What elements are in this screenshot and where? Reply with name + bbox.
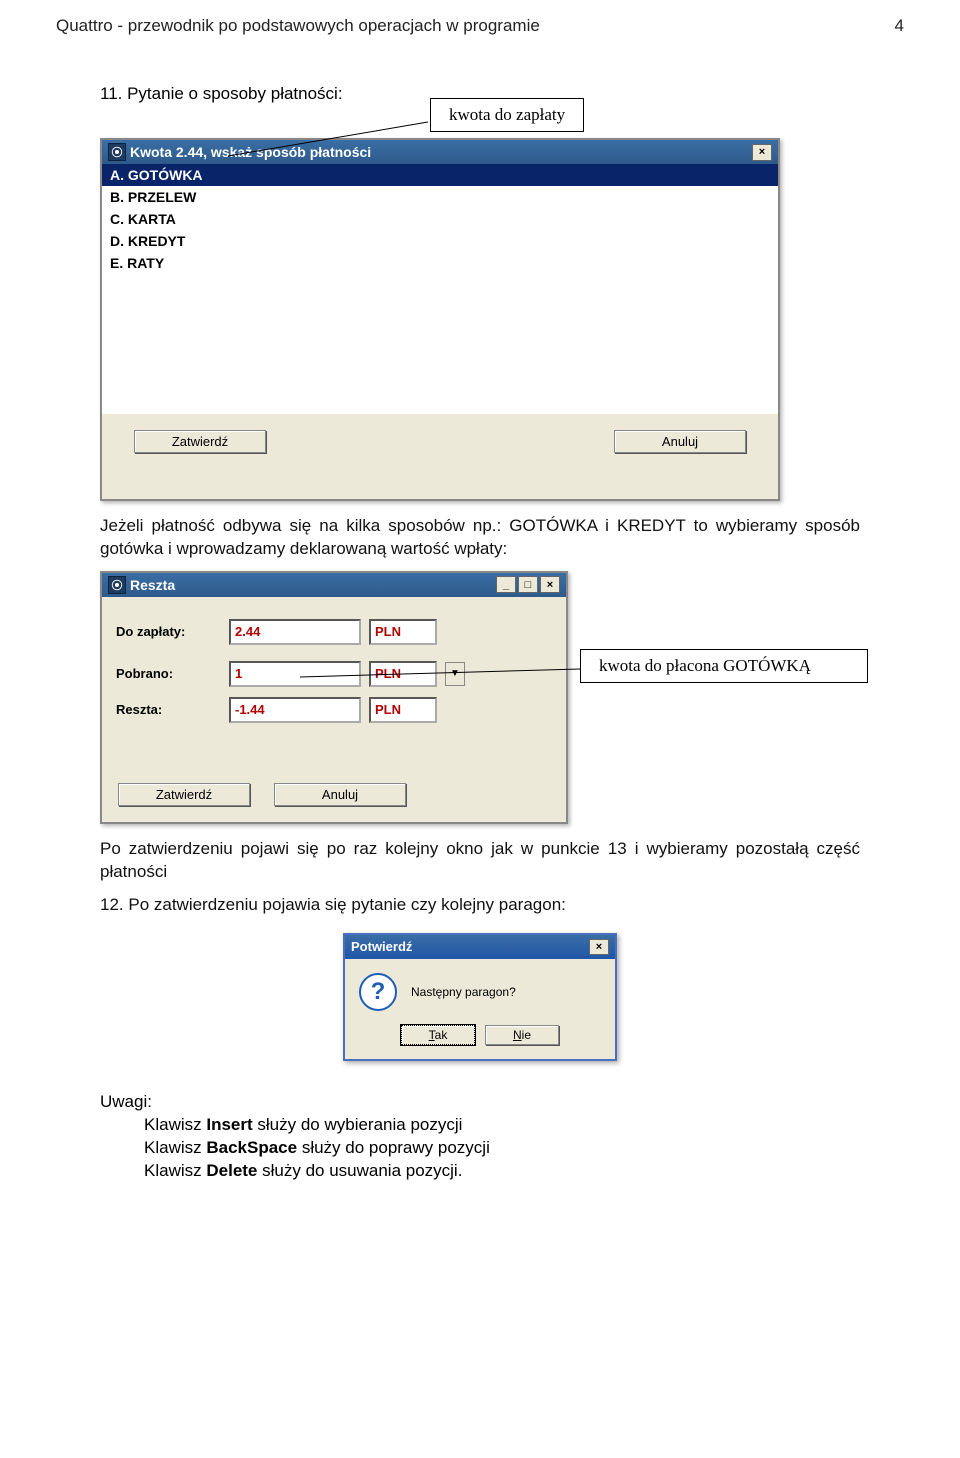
yes-rest: ak	[435, 1028, 448, 1042]
reszta-dialog-wrapper: ⦿ Reszta _ □ × Do zapłaty: 2.44 PLN	[100, 571, 570, 824]
paragraph-2: Po zatwierdzeniu pojawi się po raz kolej…	[100, 838, 860, 884]
no-rest: ie	[522, 1028, 531, 1042]
header-title: Quattro - przewodnik po podstawowych ope…	[56, 16, 540, 36]
note-line-2: Klawisz BackSpace służy do poprawy pozyc…	[144, 1137, 904, 1160]
note-3-post: służy do usuwania pozycji.	[257, 1161, 462, 1180]
value-reszta: -1.44	[229, 697, 361, 723]
close-icon[interactable]: ×	[752, 144, 772, 161]
no-key: N	[513, 1028, 522, 1042]
dialog-bottom-pad	[102, 471, 778, 499]
callout-cash-paid: kwota do płacona GOTÓWKĄ	[580, 649, 868, 683]
payment-method-dialog: ⦿ Kwota 2.44, wskaż sposób płatności × A…	[100, 138, 780, 501]
notes-block: Uwagi: Klawisz Insert służy do wybierani…	[100, 1091, 904, 1183]
document-page: Quattro - przewodnik po podstawowych ope…	[0, 0, 960, 1222]
reszta-confirm-button[interactable]: Zatwierdź	[118, 783, 250, 806]
label-pobrano: Pobrano:	[116, 666, 221, 681]
question-icon: ?	[359, 973, 397, 1011]
label-reszta: Reszta:	[116, 702, 221, 717]
option-przelew[interactable]: B. PRZELEW	[102, 186, 778, 208]
callout-connector-2	[300, 661, 590, 691]
list-empty-area	[102, 274, 778, 414]
note-3-pre: Klawisz	[144, 1161, 206, 1180]
currency-reszta: PLN	[369, 697, 437, 723]
note-2-pre: Klawisz	[144, 1138, 206, 1157]
confirm-titlebar: Potwierdź ×	[345, 935, 615, 959]
option-gotowka[interactable]: A. GOTÓWKA	[102, 164, 778, 186]
confirm-button[interactable]: Zatwierdź	[134, 430, 266, 453]
confirm-button-row: Tak Nie	[345, 1019, 615, 1059]
reszta-button-row: Zatwierdź Anuluj	[102, 765, 566, 822]
confirm-message: Następny paragon?	[411, 985, 516, 999]
payment-options-list: A. GOTÓWKA B. PRZELEW C. KARTA D. KREDYT…	[102, 164, 778, 414]
note-1-post: służy do wybierania pozycji	[253, 1115, 463, 1134]
note-2-post: służy do poprawy pozycji	[297, 1138, 490, 1157]
cancel-button[interactable]: Anuluj	[614, 430, 746, 453]
confirm-body: ? Następny paragon?	[345, 959, 615, 1019]
reszta-cancel-button[interactable]: Anuluj	[274, 783, 406, 806]
label-do-zaplaty: Do zapłaty:	[116, 624, 221, 639]
dialog-button-row: Zatwierdź Anuluj	[102, 414, 778, 471]
row-reszta: Reszta: -1.44 PLN	[116, 697, 552, 723]
no-button[interactable]: Nie	[485, 1025, 559, 1045]
note-1-key: Insert	[206, 1115, 252, 1134]
value-do-zaplaty: 2.44	[229, 619, 361, 645]
confirm-dialog: Potwierdź × ? Następny paragon? Tak Nie	[343, 933, 617, 1061]
callout-amount-to-pay: kwota do zapłaty	[430, 98, 584, 132]
note-1-pre: Klawisz	[144, 1115, 206, 1134]
payment-dialog-wrapper: kwota do zapłaty ⦿ Kwota 2.44, wskaż spo…	[100, 110, 780, 501]
dialog-titlebar: ⦿ Kwota 2.44, wskaż sposób płatności ×	[102, 140, 778, 164]
maximize-icon[interactable]: □	[518, 576, 538, 593]
app-icon: ⦿	[108, 576, 126, 594]
notes-heading: Uwagi:	[100, 1091, 904, 1114]
callout-connector-1	[228, 118, 438, 158]
page-number: 4	[895, 16, 904, 36]
option-karta[interactable]: C. KARTA	[102, 208, 778, 230]
confirm-title-text: Potwierdź	[351, 939, 412, 954]
reszta-title: Reszta	[130, 577, 175, 593]
option-kredyt[interactable]: D. KREDYT	[102, 230, 778, 252]
yes-button[interactable]: Tak	[401, 1025, 475, 1045]
note-line-1: Klawisz Insert służy do wybierania pozyc…	[144, 1114, 904, 1137]
minimize-icon[interactable]: _	[496, 576, 516, 593]
close-icon[interactable]: ×	[589, 939, 609, 955]
currency-do-zaplaty: PLN	[369, 619, 437, 645]
paragraph-1: Jeżeli płatność odbywa się na kilka spos…	[100, 515, 860, 561]
row-do-zaplaty: Do zapłaty: 2.44 PLN	[116, 619, 552, 645]
close-icon[interactable]: ×	[540, 576, 560, 593]
reszta-dialog: ⦿ Reszta _ □ × Do zapłaty: 2.44 PLN	[100, 571, 568, 824]
option-raty[interactable]: E. RATY	[102, 252, 778, 274]
note-3-key: Delete	[206, 1161, 257, 1180]
reszta-titlebar: ⦿ Reszta _ □ ×	[102, 573, 566, 597]
note-2-key: BackSpace	[206, 1138, 297, 1157]
note-line-3: Klawisz Delete służy do usuwania pozycji…	[144, 1160, 904, 1183]
page-header: Quattro - przewodnik po podstawowych ope…	[56, 16, 904, 36]
app-icon: ⦿	[108, 143, 126, 161]
section-12-heading: 12. Po zatwierdzeniu pojawia się pytanie…	[100, 894, 860, 917]
